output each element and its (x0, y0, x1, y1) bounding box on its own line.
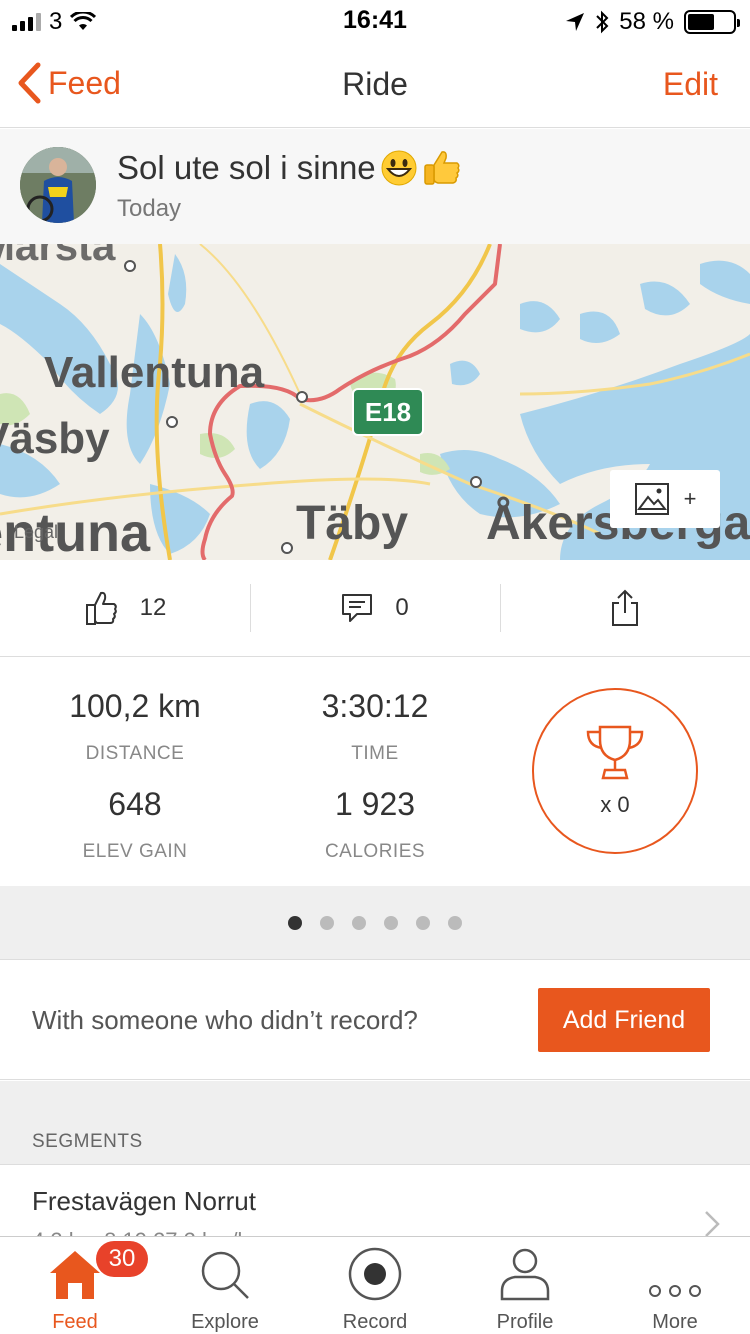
battery-fill (688, 14, 714, 30)
page-title: Ride (342, 66, 408, 102)
comment-icon (342, 594, 373, 622)
bluetooth-icon (596, 10, 609, 34)
page-dot[interactable] (320, 915, 334, 930)
kudos-button[interactable]: 12 (0, 560, 250, 656)
tab-feed-label: Feed (52, 1311, 98, 1333)
map-label-vallentuna: Vallentuna (44, 348, 265, 397)
status-bar: 3 16:41 58 % (0, 0, 750, 40)
add-friend-section: With someone who didn’t record? Add Frie… (0, 961, 750, 1080)
page-dot[interactable] (448, 915, 462, 930)
action-bar: 12 0 (0, 560, 750, 657)
comment-count: 0 (395, 594, 409, 621)
tab-more-label: More (652, 1311, 698, 1333)
record-icon (348, 1247, 402, 1301)
stat-distance: 100,2 km DISTANCE (15, 688, 255, 765)
tab-feed[interactable]: Feed 30 (0, 1237, 150, 1334)
thumbs-up-icon (85, 591, 117, 625)
activity-stats: 100,2 km DISTANCE 3:30:12 TIME 648 ELEV … (0, 658, 750, 886)
battery-percent: 58 % (619, 8, 674, 35)
stat-calories: 1 923 CALORIES (255, 786, 495, 863)
segment-row[interactable]: Frestavägen Norrut 4,2 km 8:19 27,2 km/h (0, 1166, 750, 1246)
page-dot[interactable] (384, 915, 398, 930)
map-label-marsta: Märsta (0, 244, 116, 269)
distance-value: 100,2 km (69, 688, 201, 724)
nav-bar: Feed Ride Edit (0, 40, 750, 128)
avatar[interactable] (20, 147, 96, 223)
elev-label: ELEV GAIN (82, 841, 188, 862)
home-icon (50, 1251, 100, 1299)
segments-header: SEGMENTS (0, 1081, 750, 1165)
map-legal-link[interactable]: Legal (14, 522, 58, 543)
tab-profile[interactable]: Profile (450, 1237, 600, 1334)
page-dot[interactable] (288, 915, 302, 930)
add-friend-prompt: With someone who didn’t record? (32, 1005, 418, 1035)
trophy-icon (586, 725, 644, 780)
location-arrow-icon (566, 13, 585, 31)
add-photo-plus: + (683, 486, 697, 511)
elev-value: 648 (108, 786, 162, 822)
chevron-right-icon (705, 1211, 720, 1237)
page-dot[interactable] (352, 915, 366, 930)
page-dot[interactable] (416, 915, 430, 930)
add-photo-icon (634, 483, 669, 515)
more-icon (649, 1285, 701, 1297)
search-icon (201, 1251, 249, 1299)
battery-icon (684, 10, 740, 34)
road-shield: E18 (352, 388, 424, 436)
notification-badge: 30 (96, 1241, 148, 1277)
share-button[interactable] (500, 560, 750, 656)
tab-explore[interactable]: Explore (150, 1237, 300, 1334)
tab-bar: Feed 30 Explore Record Profile More (0, 1236, 750, 1334)
map-label-taby: Täby (296, 497, 409, 550)
page-indicator[interactable] (0, 886, 750, 960)
comment-button[interactable]: 0 (250, 560, 500, 656)
map-label-vasby: Väsby (0, 414, 110, 463)
add-photo-button[interactable]: + (610, 470, 720, 528)
thumbs-up-emoji-icon (423, 151, 460, 185)
add-friend-button[interactable]: Add Friend (538, 988, 710, 1052)
share-icon (612, 589, 638, 626)
segment-name: Frestavägen Norrut (32, 1186, 256, 1216)
tab-profile-label: Profile (496, 1311, 554, 1333)
avatar-photo (20, 147, 96, 223)
calories-value: 1 923 (334, 786, 416, 822)
edit-button[interactable]: Edit (663, 66, 718, 103)
trophy-count: x 0 (600, 792, 630, 817)
stat-elevation: 648 ELEV GAIN (15, 786, 255, 863)
tab-record-label: Record (342, 1311, 408, 1333)
activity-title: Sol ute sol i sinne (117, 149, 462, 187)
status-right: 58 % (565, 8, 740, 36)
grinning-face-icon (381, 150, 417, 186)
tab-more[interactable]: More (600, 1237, 750, 1334)
route-map[interactable]: Märsta Vallentuna Väsby Vallentuna Täby … (0, 244, 750, 560)
time-label: TIME (351, 743, 399, 764)
activity-date: Today (117, 195, 182, 222)
activity-title-text: Sol ute sol i sinne (117, 149, 376, 186)
tab-record[interactable]: Record (300, 1237, 450, 1334)
stat-time: 3:30:12 TIME (255, 688, 495, 765)
road-shield-label: E18 (354, 390, 422, 434)
segments-header-label: SEGMENTS (32, 1131, 143, 1152)
profile-icon (500, 1248, 550, 1301)
kudos-count: 12 (139, 594, 167, 621)
achievements-button[interactable]: x 0 (532, 688, 698, 854)
calories-label: CALORIES (324, 841, 426, 862)
distance-label: DISTANCE (85, 743, 185, 764)
time-value: 3:30:12 (321, 688, 429, 724)
activity-header: Sol ute sol i sinne Today (0, 129, 750, 244)
tab-explore-label: Explore (191, 1311, 259, 1333)
